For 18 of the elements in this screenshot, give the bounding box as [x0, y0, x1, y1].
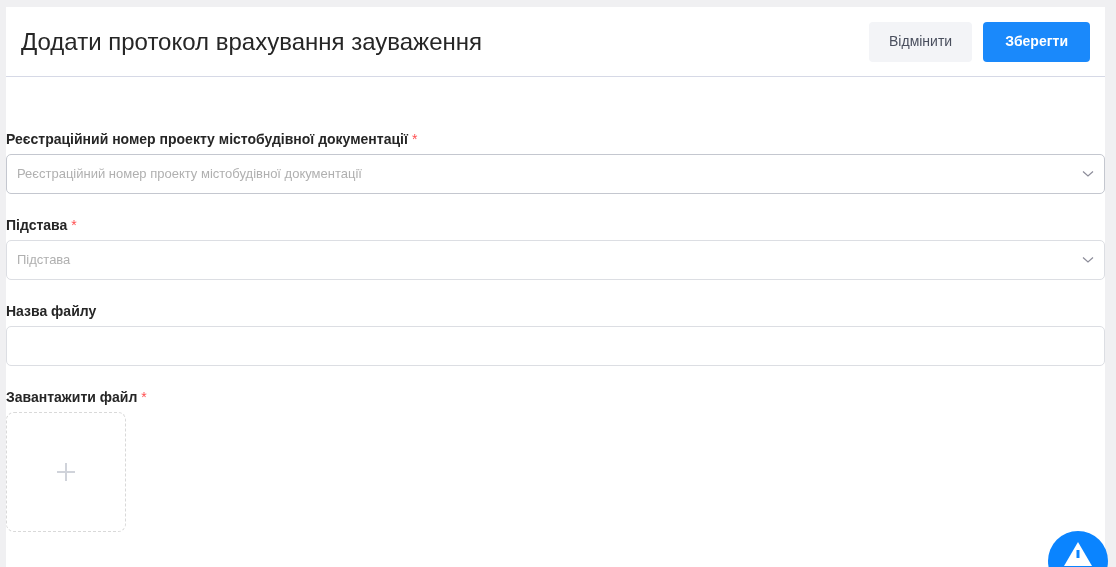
required-mark: * [141, 387, 147, 407]
field-label: Реєстраційний номер проекту містобудівної документації [6, 129, 408, 149]
save-button[interactable]: Зберегти [983, 21, 1090, 62]
required-mark: * [71, 215, 77, 235]
chevron-down-icon [1082, 170, 1094, 178]
warning-icon [1063, 541, 1093, 567]
chevron-down-icon [1082, 256, 1094, 264]
page-title: Додати протокол врахування зауваження [21, 26, 482, 57]
select-field[interactable]: Реєстраційний номер проекту містобудівної документації [6, 154, 1105, 194]
input-field[interactable] [6, 326, 1105, 366]
field-label: Завантажити файл [6, 387, 138, 407]
plus-icon [57, 463, 75, 481]
field-label: Підстава [6, 215, 68, 235]
cancel-button[interactable]: Відмінити [869, 21, 973, 62]
select-field[interactable]: Підстава [6, 240, 1105, 280]
field-label: Назва файлу [6, 301, 97, 321]
upload-dropzone[interactable] [6, 412, 126, 532]
required-mark: * [411, 129, 418, 149]
